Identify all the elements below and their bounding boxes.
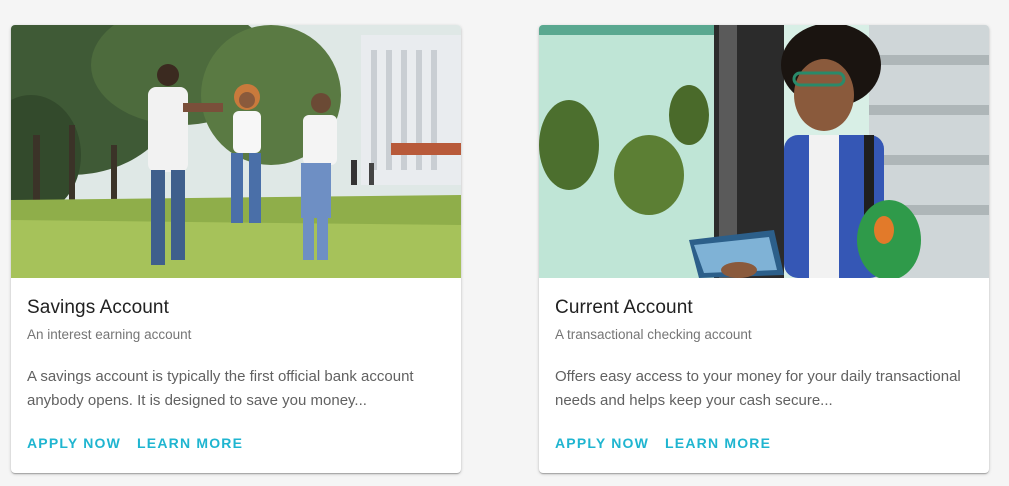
card-subtitle: An interest earning account	[27, 327, 192, 342]
learn-more-button[interactable]: LEARN MORE	[129, 429, 251, 457]
apply-now-button[interactable]: APPLY NOW	[19, 429, 129, 457]
card-actions: APPLY NOW LEARN MORE	[19, 429, 251, 457]
student-photo	[539, 25, 989, 278]
current-account-card: Current Account A transactional checking…	[539, 25, 989, 473]
card-subtitle: A transactional checking account	[555, 327, 752, 342]
card-title: Current Account	[555, 297, 693, 318]
card-title: Savings Account	[27, 297, 169, 318]
card-description: Offers easy access to your money for you…	[555, 368, 961, 409]
learn-more-button[interactable]: LEARN MORE	[657, 429, 779, 457]
card-description: A savings account is typically the first…	[27, 368, 414, 409]
family-park-photo	[11, 25, 461, 278]
card-actions: APPLY NOW LEARN MORE	[547, 429, 779, 457]
savings-account-card: Savings Account An interest earning acco…	[11, 25, 461, 473]
apply-now-button[interactable]: APPLY NOW	[547, 429, 657, 457]
